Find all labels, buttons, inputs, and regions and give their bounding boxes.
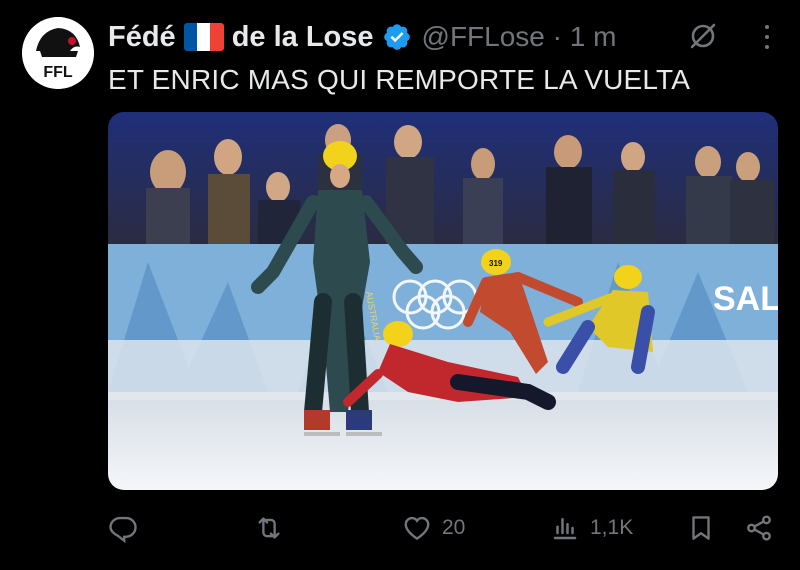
views-count: 1,1K — [590, 516, 634, 539]
share-button[interactable] — [744, 508, 774, 548]
more-options-icon[interactable] — [760, 22, 774, 52]
bib-number: 319 — [489, 259, 503, 268]
bookmark-icon — [692, 516, 710, 540]
timestamp: 1 m — [569, 21, 617, 52]
bookmark-button[interactable] — [686, 508, 716, 548]
retweet-icon — [258, 517, 280, 539]
grok-icon[interactable] — [688, 21, 718, 51]
like-count: 20 — [442, 516, 466, 539]
display-name-part1: Fédé — [108, 20, 176, 53]
separator: · — [552, 21, 562, 52]
retweet-button[interactable] — [254, 508, 294, 548]
action-bar: 20 1,1K — [108, 508, 778, 548]
ffl-logo: FFL — [22, 17, 94, 89]
reply-button[interactable] — [108, 508, 148, 548]
display-name-part2: de la Lose — [231, 20, 374, 53]
views-icon — [553, 518, 577, 540]
reply-icon — [109, 516, 137, 543]
tweet-header: Fédé de la Lose @FFLose · 1 m — [108, 18, 780, 56]
like-button[interactable]: 20 — [402, 508, 465, 548]
banner-text: SALT — [713, 280, 778, 318]
avatar-text: FFL — [43, 64, 73, 81]
speed-skating-photo: SALT AUSTRALIA 319 — [108, 112, 778, 490]
verified-badge-icon — [383, 24, 410, 50]
heart-icon — [404, 516, 430, 541]
tweet-text: ET ENRIC MAS QUI REMPORTE LA VUELTA — [108, 64, 691, 95]
france-flag-icon — [183, 23, 224, 51]
handle-and-time[interactable]: @FFLose · 1 m — [422, 21, 617, 53]
avatar[interactable]: FFL — [22, 17, 94, 89]
display-name[interactable]: Fédé de la Lose — [108, 21, 374, 54]
share-icon — [747, 515, 771, 541]
tweet-image[interactable]: SALT AUSTRALIA 319 — [108, 112, 778, 490]
handle: @FFLose — [421, 21, 545, 52]
views-button[interactable]: 1,1K — [550, 508, 633, 548]
